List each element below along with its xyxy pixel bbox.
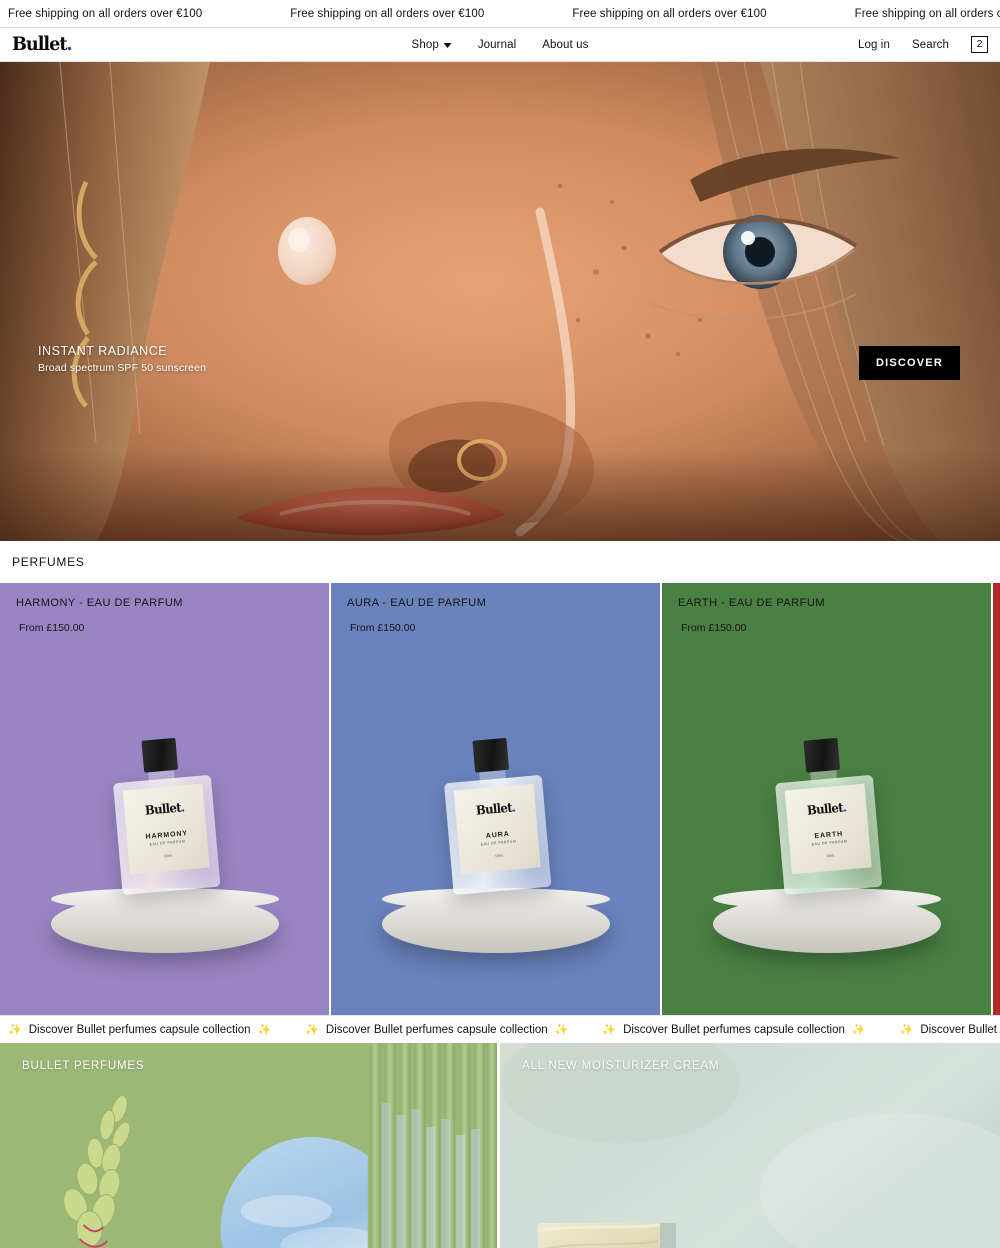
bottle-body: Bullet. EARTH EAU DE PARFUM 50ML bbox=[774, 774, 882, 895]
panel-title-moisturizer-cream: ALL NEW MOISTURIZER CREAM bbox=[522, 1060, 720, 1072]
marquee-text: Discover Bullet perfumes capsule collect… bbox=[325, 1023, 548, 1036]
product-podium bbox=[381, 888, 610, 953]
marquee-message: ✨ Discover Bullet perfumes capsule collec… bbox=[594, 1023, 866, 1037]
sparkle-icon: ✨ bbox=[8, 1024, 22, 1036]
product-card-next-partial[interactable] bbox=[993, 583, 1000, 1015]
perfumes-section-title: PERFUMES bbox=[12, 555, 85, 569]
sparkle-icon: ✨ bbox=[899, 1024, 914, 1036]
bottle-cap bbox=[140, 737, 178, 773]
discover-button[interactable]: DISCOVER bbox=[858, 346, 960, 380]
panel-title-bullet-perfumes: BULLET PERFUMES bbox=[22, 1060, 145, 1072]
bottle-label-brand: Bullet. bbox=[474, 798, 516, 818]
chevron-down-icon bbox=[443, 42, 452, 48]
announcement-message: Free shipping on all orders over €100 bbox=[854, 7, 1000, 20]
header-actions: Log in Search 2 bbox=[858, 36, 988, 53]
nav-item-about-us[interactable]: About us bbox=[542, 39, 588, 51]
marquee-text: Discover Bullet perfumes capsule collect… bbox=[920, 1023, 1000, 1036]
announcement-message: Free shipping on all orders over €100 bbox=[8, 7, 203, 20]
product-card[interactable]: Bullet. AURA EAU DE PARFUM 50ML AURA - EAU D… bbox=[331, 583, 662, 1015]
sparkle-icon: ✨ bbox=[257, 1024, 272, 1036]
nav-item-shop[interactable]: Shop bbox=[412, 39, 452, 51]
hero-caption: INSTANT RADIANCE Broad spectrum SPF 50 s… bbox=[38, 344, 206, 374]
bottle-label-type: EAU DE PARFUM bbox=[148, 838, 185, 846]
bottle-label: Bullet. EARTH EAU DE PARFUM 50ML bbox=[784, 783, 872, 875]
marquee-text: Discover Bullet perfumes capsule collect… bbox=[28, 1023, 251, 1036]
marquee-message: ✨ Discover Bullet perfumes capsule collec… bbox=[0, 1023, 272, 1037]
bottle-label-type: EAU DE PARFUM bbox=[810, 838, 847, 846]
product-card-title: AURA - EAU DE PARFUM bbox=[347, 597, 487, 609]
search-button[interactable]: Search bbox=[912, 39, 949, 51]
sparkle-icon: ✨ bbox=[554, 1024, 569, 1036]
perfume-carousel[interactable]: Bullet. HARMONY EAU DE PARFUM 50ML HARMONY -… bbox=[0, 583, 1000, 1015]
bullet-perfumes-artwork bbox=[0, 1043, 497, 1248]
hero-photo bbox=[0, 62, 1000, 541]
bottle-cap bbox=[471, 737, 509, 773]
announcement-message: Free shipping on all orders over €100 bbox=[290, 7, 485, 20]
perfume-bottle: Bullet. EARTH EAU DE PARFUM 50ML bbox=[771, 735, 882, 895]
product-podium bbox=[712, 888, 941, 953]
product-card-price: From £150.00 bbox=[681, 622, 747, 634]
perfume-bottle: Bullet. HARMONY EAU DE PARFUM 50ML bbox=[109, 735, 220, 895]
nav-item-journal[interactable]: Journal bbox=[478, 39, 516, 51]
nav-item-about-us-label: About us bbox=[542, 38, 589, 51]
bottle-label-volume: 50ML bbox=[163, 852, 173, 858]
bottle-label-name: EARTH bbox=[813, 830, 843, 840]
bottle-label-volume: 50ML bbox=[494, 852, 504, 858]
site-header: Bullet. Shop Journal About us Log in Sea… bbox=[0, 28, 1000, 62]
product-card-price: From £150.00 bbox=[350, 622, 416, 634]
bottle-label-brand: Bullet. bbox=[143, 798, 185, 818]
homepage: Free shipping on all orders over €100 Fre… bbox=[0, 0, 1000, 1248]
panel-moisturizer-cream[interactable]: ALL NEW MOISTURIZER CREAM bbox=[500, 1043, 1000, 1248]
panel-bullet-perfumes[interactable]: BULLET PERFUMES bbox=[0, 1043, 500, 1248]
hero-banner: INSTANT RADIANCE Broad spectrum SPF 50 s… bbox=[0, 62, 1000, 541]
moisturizer-artwork bbox=[500, 1043, 1000, 1248]
site-logo[interactable]: Bullet. bbox=[12, 33, 73, 55]
product-podium bbox=[50, 888, 279, 953]
sparkle-icon: ✨ bbox=[851, 1024, 866, 1036]
announcement-track: Free shipping on all orders over €100 Fre… bbox=[0, 8, 1000, 20]
hero-subtitle: Broad spectrum SPF 50 sunscreen bbox=[38, 362, 207, 374]
product-card-title: HARMONY - EAU DE PARFUM bbox=[16, 597, 183, 609]
marquee-message: ✨ Discover Bullet perfumes capsule collec… bbox=[297, 1023, 569, 1037]
logo-text: Bullet bbox=[12, 33, 67, 55]
main-navigation: Shop Journal About us bbox=[412, 39, 589, 51]
announcement-message: Free shipping on all orders over €100 bbox=[572, 7, 767, 20]
logo-dot: . bbox=[66, 33, 72, 55]
product-card[interactable]: Bullet. EARTH EAU DE PARFUM 50ML EARTH - EAU… bbox=[662, 583, 993, 1015]
marquee-message: ✨ Discover Bullet perfumes capsule collec… bbox=[892, 1023, 1000, 1037]
perfume-bottle: Bullet. AURA EAU DE PARFUM 50ML bbox=[440, 735, 551, 895]
nav-item-shop-label: Shop bbox=[411, 38, 439, 51]
bottle-body: Bullet. AURA EAU DE PARFUM 50ML bbox=[443, 774, 551, 895]
sparkle-icon: ✨ bbox=[305, 1024, 319, 1036]
bottle-label-type: EAU DE PARFUM bbox=[479, 838, 516, 846]
sparkle-icon: ✨ bbox=[602, 1024, 617, 1036]
bottle-label-name: AURA bbox=[485, 830, 510, 840]
cart-button[interactable]: 2 bbox=[971, 36, 988, 53]
hero-title: INSTANT RADIANCE bbox=[38, 344, 168, 358]
bottle-body: Bullet. HARMONY EAU DE PARFUM 50ML bbox=[112, 774, 220, 895]
login-link[interactable]: Log in bbox=[858, 39, 890, 51]
nav-item-journal-label: Journal bbox=[477, 38, 517, 51]
announcement-bar: Free shipping on all orders over €100 Fre… bbox=[0, 0, 1000, 28]
product-card-price: From £150.00 bbox=[19, 622, 85, 634]
feature-panels: BULLET PERFUMES ALL NEW MOISTURIZER CREA… bbox=[0, 1043, 1000, 1248]
product-card-title: EARTH - EAU DE PARFUM bbox=[678, 597, 825, 609]
marquee-text: Discover Bullet perfumes capsule collect… bbox=[623, 1023, 845, 1036]
bottle-label-volume: 50ML bbox=[825, 852, 835, 858]
capsule-collection-marquee[interactable]: ✨ Discover Bullet perfumes capsule collec… bbox=[0, 1015, 1000, 1043]
bottle-label: Bullet. AURA EAU DE PARFUM 50ML bbox=[453, 783, 541, 875]
bottle-cap bbox=[802, 737, 840, 773]
bottle-label-brand: Bullet. bbox=[805, 798, 847, 818]
product-card[interactable]: Bullet. HARMONY EAU DE PARFUM 50ML HARMONY -… bbox=[0, 583, 331, 1015]
bottle-label: Bullet. HARMONY EAU DE PARFUM 50ML bbox=[122, 783, 210, 875]
marquee-track: ✨ Discover Bullet perfumes capsule collec… bbox=[0, 1023, 1000, 1037]
